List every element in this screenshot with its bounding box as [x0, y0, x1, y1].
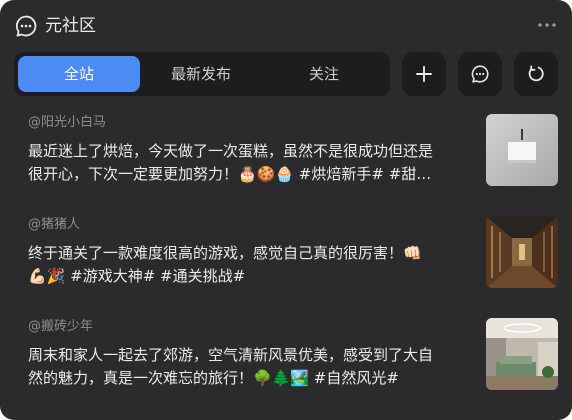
tab-all[interactable]: 全站 — [18, 56, 140, 92]
tab-bar: 全站 最新发布 关注 — [14, 52, 390, 96]
post-author[interactable]: @阳光小白马 — [28, 114, 106, 132]
app-title: 元社区 — [45, 16, 96, 36]
post-thumbnail[interactable] — [486, 114, 558, 186]
post-thumbnail[interactable] — [486, 318, 558, 390]
chat-bubble-icon — [471, 65, 489, 83]
post-thumbnail[interactable] — [486, 216, 558, 288]
more-horizontal-icon[interactable] — [536, 12, 558, 38]
post-author[interactable]: @搬砖少年 — [28, 318, 93, 336]
header: 元社区 — [14, 12, 558, 40]
post-item[interactable]: @阳光小白马 最近迷上了烘焙，今天做了一次蛋糕，虽然不是很成功但还是 很开心，下… — [14, 114, 558, 194]
post-text: 周末和家人一起去了郊游，空气清新风景优美，感受到了大自 然的魅力，真是一次难忘的… — [28, 346, 434, 387]
plus-icon — [416, 66, 432, 82]
post-item[interactable]: @猪猪人 终于通关了一款难度很高的游戏，感觉自己真的很厉害！👊🏻 💪🏻🎉 #游戏… — [14, 216, 558, 296]
add-button[interactable] — [402, 52, 446, 96]
post-text: 最近迷上了烘焙，今天做了一次蛋糕，虽然不是很成功但还是 很开心，下次一定要更加努… — [28, 142, 434, 183]
post-item[interactable]: @搬砖少年 周末和家人一起去了郊游，空气清新风景优美，感受到了大自 然的魅力，真… — [14, 318, 558, 398]
message-button[interactable] — [458, 52, 502, 96]
chat-bubble-icon — [14, 14, 38, 38]
refresh-button[interactable] — [514, 52, 558, 96]
tab-latest[interactable]: 最新发布 — [140, 56, 262, 92]
tab-following[interactable]: 关注 — [262, 56, 386, 92]
refresh-icon — [528, 65, 544, 82]
community-widget: 元社区 全站 最新发布 关注 @阳光小白马 最近迷上了烘焙，今天做了一次蛋糕，虽… — [0, 0, 572, 420]
post-author[interactable]: @猪猪人 — [28, 216, 80, 234]
post-text: 终于通关了一款难度很高的游戏，感觉自己真的很厉害！👊🏻 💪🏻🎉 #游戏大神# #… — [28, 244, 422, 285]
